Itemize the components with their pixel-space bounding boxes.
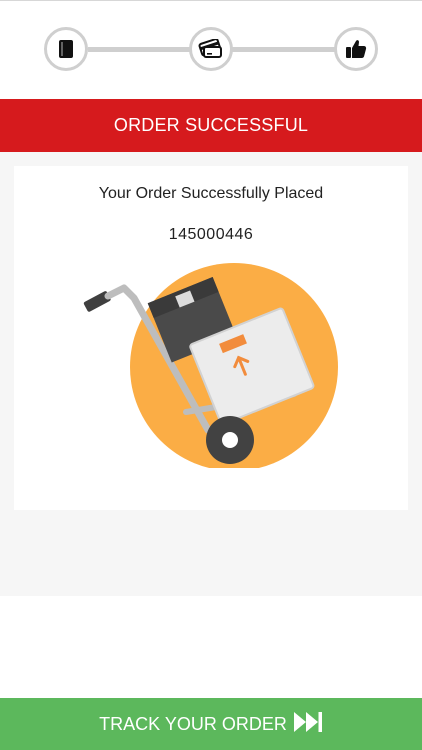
order-progress-stepper <box>0 0 422 100</box>
step-confirmed <box>334 27 378 71</box>
credit-cards-icon <box>198 39 224 59</box>
hand-truck-with-boxes-icon <box>80 262 342 471</box>
order-status-banner: ORDER SUCCESSFUL <box>0 99 422 152</box>
step-payment <box>189 27 233 71</box>
thumbs-up-icon <box>345 38 367 60</box>
step-connector-1 <box>88 47 190 52</box>
fast-forward-icon <box>293 711 323 738</box>
track-order-button[interactable]: TRACK YOUR ORDER <box>0 698 422 750</box>
track-order-label: TRACK YOUR ORDER <box>99 713 287 734</box>
book-icon <box>57 39 75 59</box>
order-number: 145000446 <box>168 226 254 243</box>
step-connector-2 <box>232 47 335 52</box>
step-cart <box>44 27 88 71</box>
confirmation-message: Your Order Successfully Placed <box>98 185 324 202</box>
banner-title: ORDER SUCCESSFUL <box>113 115 309 135</box>
